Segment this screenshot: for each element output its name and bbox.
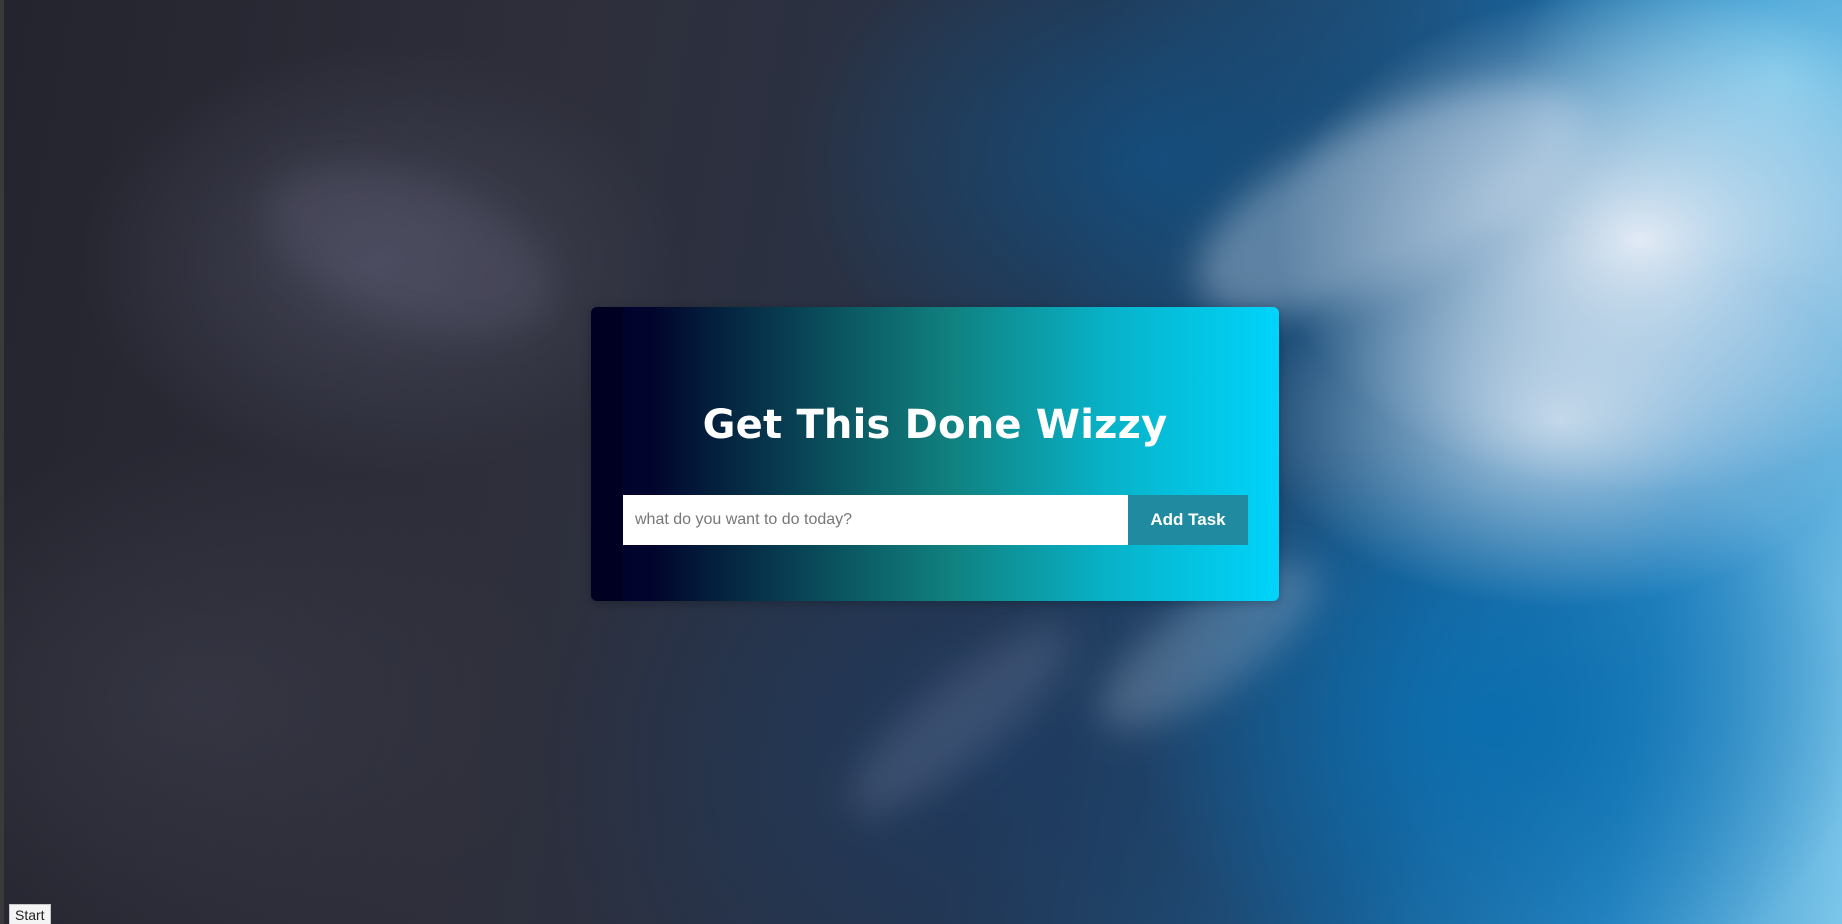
- task-input[interactable]: [623, 495, 1128, 545]
- app-title: Get This Done Wizzy: [702, 402, 1168, 448]
- start-button[interactable]: Start: [9, 904, 51, 924]
- smoke-wisp: [245, 132, 575, 368]
- card-left-strip: [591, 307, 623, 601]
- window-left-edge: [0, 0, 4, 924]
- add-task-button[interactable]: Add Task: [1128, 495, 1248, 545]
- smoke-wisp: [827, 599, 1093, 841]
- task-form: Add Task: [623, 495, 1248, 545]
- todo-card: Get This Done Wizzy Add Task: [591, 307, 1279, 601]
